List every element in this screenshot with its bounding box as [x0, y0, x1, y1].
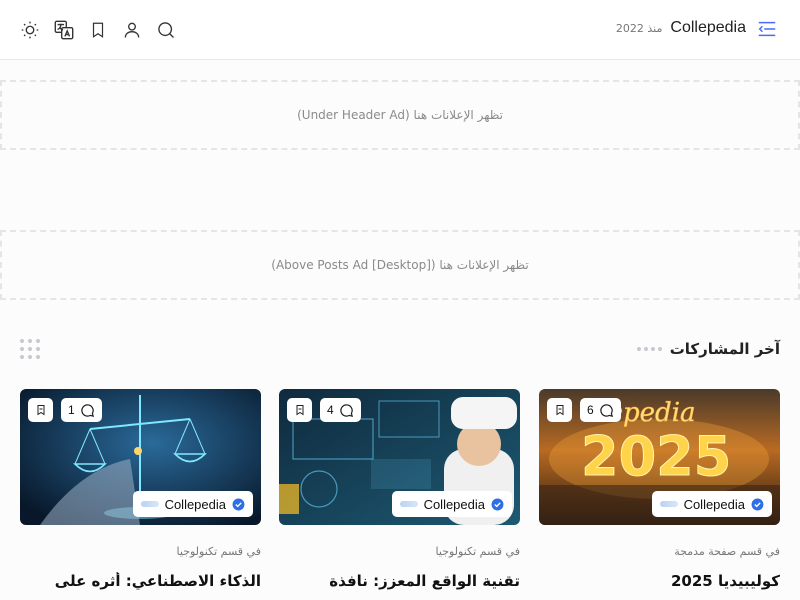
verified-icon	[232, 498, 245, 510]
comments-count[interactable]: 4	[320, 398, 361, 422]
comments-number: 1	[68, 403, 75, 417]
comment-icon	[80, 403, 94, 417]
comment-icon	[339, 403, 353, 417]
post-category[interactable]: في قسم تكنولوجيا	[279, 545, 520, 558]
section-header: آخر المشاركات	[636, 340, 780, 358]
author-badge[interactable]: Collepedia	[132, 491, 253, 517]
comments-number: 4	[327, 403, 334, 417]
section-title: آخر المشاركات	[669, 340, 780, 358]
post-category[interactable]: في قسم صفحة مدمجة	[539, 545, 780, 558]
post-title[interactable]: كوليبيديا 2025	[539, 572, 780, 590]
under-header-ad: تظهر الإعلانات هنا (Under Header Ad)	[0, 80, 800, 150]
brand-name[interactable]: Collepedia	[670, 19, 746, 37]
post-card[interactable]: 4 Collepedia في قسم تكنولوجيا تقنية الوا…	[279, 389, 520, 590]
post-card[interactable]: 1 Collepedia في قسم تكنولوجيا الذكاء الا…	[20, 389, 261, 590]
bookmark-button[interactable]	[287, 398, 312, 422]
sun-icon[interactable]	[18, 18, 42, 42]
post-category[interactable]: في قسم تكنولوجيا	[20, 545, 261, 558]
post-title[interactable]: الذكاء الاصطناعي: أثره على	[20, 572, 261, 590]
site-brand[interactable]: Collepedia منذ 2022	[616, 19, 746, 37]
author-logo-icon	[140, 501, 159, 507]
site-header: Collepedia منذ 2022	[0, 0, 800, 60]
post-thumbnail[interactable]: llepedia 2025 6 Collepedia	[539, 389, 780, 525]
post-title[interactable]: تقنية الواقع المعزز: نافذة	[279, 572, 520, 590]
comment-icon	[599, 403, 613, 417]
verified-icon	[491, 498, 504, 510]
author-badge[interactable]: Collepedia	[391, 491, 512, 517]
above-posts-ad: تظهر الإعلانات هنا (Above Posts Ad [Desk…	[0, 230, 800, 300]
bookmark-button[interactable]	[547, 398, 572, 422]
brand-since: منذ 2022	[615, 21, 663, 35]
ad-text: تظهر الإعلانات هنا (Above Posts Ad [Desk…	[271, 258, 529, 272]
verified-icon	[751, 498, 764, 510]
author-name: Collepedia	[423, 496, 485, 512]
post-thumbnail[interactable]: 1 Collepedia	[20, 389, 261, 525]
translate-icon[interactable]	[52, 18, 76, 42]
ad-text: تظهر الإعلانات هنا (Under Header Ad)	[297, 108, 503, 122]
comments-number: 6	[587, 403, 594, 417]
grid-dots-icon[interactable]	[20, 339, 40, 359]
user-icon[interactable]	[120, 18, 144, 42]
svg-text:2025: 2025	[581, 425, 731, 488]
author-badge[interactable]: Collepedia	[651, 491, 772, 517]
bookmark-icon[interactable]	[86, 18, 110, 42]
bookmark-button[interactable]	[28, 398, 53, 422]
author-logo-icon	[659, 501, 678, 507]
menu-icon[interactable]	[756, 18, 780, 42]
search-icon[interactable]	[154, 18, 178, 42]
post-thumbnail[interactable]: 4 Collepedia	[279, 389, 520, 525]
comments-count[interactable]: 6	[580, 398, 621, 422]
author-logo-icon	[399, 501, 418, 507]
author-name: Collepedia	[683, 496, 745, 512]
post-card[interactable]: llepedia 2025 6 Collepedia في قسم صفحة م…	[539, 389, 780, 590]
author-name: Collepedia	[164, 496, 226, 512]
dots-decoration-icon	[636, 347, 662, 351]
comments-count[interactable]: 1	[61, 398, 102, 422]
